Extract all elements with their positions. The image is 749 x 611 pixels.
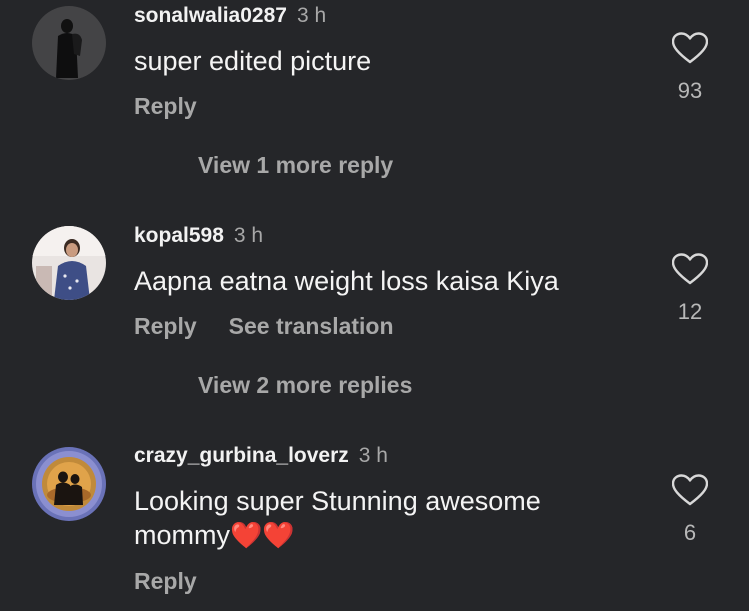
comment-text: super edited picture (134, 46, 372, 76)
timestamp: 3 h (233, 224, 264, 247)
avatar-photo-icon (32, 226, 106, 300)
avatar-photo-icon (32, 447, 106, 521)
username[interactable]: kopal598 (134, 224, 224, 247)
heart-emoji: ❤️❤️ (230, 520, 295, 550)
avatar-photo-icon (32, 6, 106, 80)
username[interactable]: sonalwalia0287 (134, 4, 287, 27)
comment-text-line: mommy❤️❤️ (134, 518, 654, 552)
comment-meta: kopal598 3 h (134, 224, 263, 248)
heart-icon[interactable] (672, 32, 708, 64)
reply-button[interactable]: Reply (134, 93, 197, 119)
view-more-replies-button[interactable]: View 2 more replies (198, 372, 412, 399)
reply-button[interactable]: Reply (134, 313, 197, 339)
like-count: 93 (677, 78, 703, 103)
comment-text-line: Looking super Stunning awesome (134, 486, 541, 516)
see-translation-button[interactable]: See translation (229, 313, 394, 339)
heart-icon[interactable] (672, 474, 708, 506)
comment-text: Aapna eatna weight loss kaisa Kiya (134, 266, 559, 296)
username[interactable]: crazy_gurbina_loverz (134, 444, 349, 467)
comment-text: Looking super Stunning awesome mommy❤️❤️ (134, 484, 654, 552)
timestamp: 3 h (296, 4, 327, 27)
reply-button[interactable]: Reply (134, 568, 197, 594)
heart-icon[interactable] (672, 253, 708, 285)
like-count: 12 (677, 299, 703, 324)
like-count: 6 (683, 520, 697, 545)
comment-meta: sonalwalia0287 3 h (134, 4, 326, 28)
avatar[interactable] (32, 6, 106, 80)
comment-actions: Reply (134, 568, 197, 595)
view-more-replies-button[interactable]: View 1 more reply (198, 152, 393, 179)
avatar[interactable] (32, 447, 106, 521)
comment-actions: Reply (134, 93, 197, 120)
timestamp: 3 h (358, 444, 388, 467)
comment-meta: crazy_gurbina_loverz 3 h (134, 444, 388, 468)
comment-actions: Reply See translation (134, 313, 394, 340)
avatar[interactable] (32, 226, 106, 300)
comment-text-fragment: mommy (134, 520, 230, 550)
